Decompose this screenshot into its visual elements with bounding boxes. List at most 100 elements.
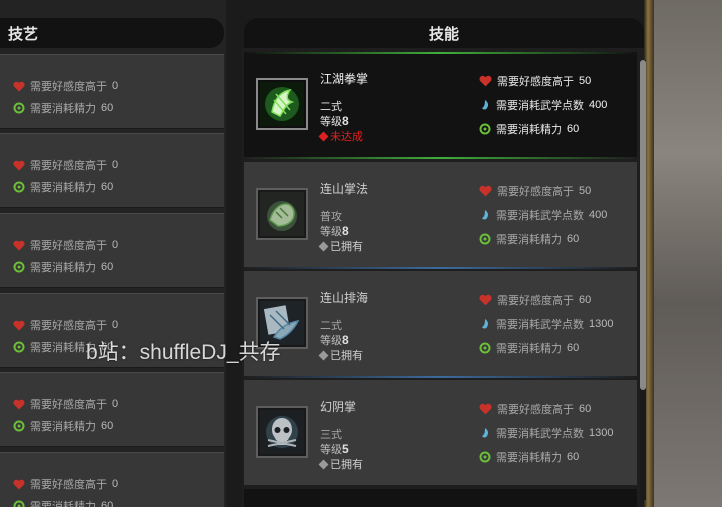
skill-status-text: 已拥有	[330, 349, 363, 362]
background-scenery	[652, 0, 722, 507]
req-favor-value: 0	[112, 319, 119, 331]
req-energy-value: 60	[101, 102, 114, 114]
req-energy-label: 需要消耗精力	[30, 102, 96, 115]
red-diamond-icon	[318, 131, 329, 141]
skill-name: 连山排海	[320, 291, 369, 305]
grey-diamond-icon	[318, 459, 329, 469]
heart-icon	[479, 403, 492, 415]
req-favor-label: 需要好感度高于	[497, 294, 574, 307]
skill-level-value: 8	[342, 114, 349, 128]
heart-icon	[13, 399, 25, 409]
req-favor-label: 需要好感度高于	[497, 185, 574, 198]
skill-level-value: 8	[342, 224, 349, 238]
req-points-value: 1300	[589, 318, 614, 330]
energy-icon	[13, 420, 25, 432]
selected-highlight-line	[244, 52, 637, 54]
card-divider	[244, 376, 637, 378]
req-energy-label: 需要消耗精力	[496, 123, 562, 136]
skill-card[interactable]: 连山掌法 普攻 等级8 已拥有 需要好感度高于 50 需要消耗武学点数 400 …	[244, 162, 637, 267]
skill-status-text: 未达成	[330, 130, 363, 143]
skill-icon-box	[256, 406, 308, 458]
skill-card-selected[interactable]: 江湖拳掌 二式 等级8 未达成 需要好感度高于 50 需要消耗武学点数 400 …	[244, 52, 637, 157]
skill-requirements: 需要好感度高于 50 需要消耗武学点数 400 需要消耗精力 60	[479, 183, 607, 255]
req-favor-value: 0	[112, 159, 119, 171]
skill-status-text: 已拥有	[330, 240, 363, 253]
green-palm-skill-icon	[260, 82, 304, 126]
req-energy-label: 需要消耗精力	[30, 261, 96, 274]
craft-item[interactable]: 需要好感度高于 0 需要消耗精力 60	[0, 213, 224, 288]
req-energy-value: 60	[101, 261, 114, 273]
req-points-value: 400	[589, 99, 608, 111]
craft-item[interactable]: 需要好感度高于 0 需要消耗精力 60	[0, 372, 224, 447]
req-favor-value: 0	[112, 80, 119, 92]
req-energy-label: 需要消耗精力	[30, 420, 96, 433]
heart-icon	[479, 185, 492, 197]
heart-icon	[479, 294, 492, 306]
skill-status: 已拥有	[318, 347, 363, 363]
energy-icon	[479, 342, 491, 354]
selected-highlight-line	[244, 157, 637, 159]
req-favor-value: 0	[112, 239, 119, 251]
skills-scrollbar[interactable]	[640, 60, 646, 500]
skill-type: 二式	[320, 100, 342, 113]
req-points-label: 需要消耗武学点数	[496, 99, 584, 112]
req-favor-label: 需要好感度高于	[30, 398, 107, 411]
skill-status: 已拥有	[318, 456, 363, 472]
martial-point-icon	[482, 319, 489, 329]
craft-item[interactable]: 需要好感度高于 0 需要消耗精力 60	[0, 54, 224, 129]
req-favor-label: 需要好感度高于	[30, 478, 107, 491]
req-points-value: 1300	[589, 427, 614, 439]
heart-icon	[13, 479, 25, 489]
palm-fist-skill-icon	[260, 192, 304, 236]
skill-type: 普攻	[320, 210, 342, 223]
req-favor-value: 0	[112, 478, 119, 490]
skill-requirements: 需要好感度高于 60 需要消耗武学点数 1300 需要消耗精力 60	[479, 401, 613, 473]
energy-icon	[13, 500, 25, 507]
skill-level-label: 等级	[320, 115, 342, 128]
req-energy-value: 60	[101, 500, 114, 507]
req-energy-value: 60	[567, 451, 580, 463]
skill-card-partial[interactable]	[244, 489, 637, 507]
skill-level: 等级8	[320, 113, 349, 129]
skills-panel-title: 技能	[244, 18, 644, 48]
skill-level-label: 等级	[320, 334, 342, 347]
energy-icon	[479, 451, 491, 463]
req-favor-label: 需要好感度高于	[30, 80, 107, 93]
req-energy-value: 60	[567, 123, 580, 135]
heart-icon	[479, 75, 492, 87]
martial-point-icon	[482, 210, 489, 220]
req-favor-label: 需要好感度高于	[30, 159, 107, 172]
heart-icon	[13, 320, 25, 330]
craft-item[interactable]: 需要好感度高于 0 需要消耗精力 60	[0, 452, 224, 507]
heart-icon	[13, 81, 25, 91]
skill-requirements: 需要好感度高于 50 需要消耗武学点数 400 需要消耗精力 60	[479, 73, 607, 145]
skill-name: 连山掌法	[320, 182, 369, 196]
skill-level-label: 等级	[320, 443, 342, 456]
skill-status: 已拥有	[318, 238, 363, 254]
req-energy-value: 60	[567, 342, 580, 354]
skill-status-text: 已拥有	[330, 458, 363, 471]
skill-level-label: 等级	[320, 225, 342, 238]
skill-icon-box	[256, 188, 308, 240]
scrollbar-thumb[interactable]	[640, 60, 646, 390]
req-energy-value: 60	[101, 181, 114, 193]
req-favor-label: 需要好感度高于	[497, 75, 574, 88]
craft-item[interactable]: 需要好感度高于 0 需要消耗精力 60	[0, 133, 224, 208]
energy-icon	[13, 181, 25, 193]
skill-icon-box	[256, 78, 308, 130]
energy-icon	[479, 123, 491, 135]
crafts-panel-title: 技艺	[0, 18, 224, 48]
skill-level-value: 5	[342, 442, 349, 456]
skill-name: 江湖拳掌	[320, 72, 369, 86]
skill-name: 幻阴掌	[320, 400, 357, 414]
req-favor-value: 60	[579, 294, 592, 306]
req-energy-label: 需要消耗精力	[496, 451, 562, 464]
req-energy-label: 需要消耗精力	[30, 500, 96, 507]
req-points-label: 需要消耗武学点数	[496, 318, 584, 331]
skill-card[interactable]: 幻阴掌 三式 等级5 已拥有 需要好感度高于 60 需要消耗武学点数 1300 …	[244, 380, 637, 485]
skill-card[interactable]: 连山排海 二式 等级8 已拥有 需要好感度高于 60 需要消耗武学点数 1300…	[244, 271, 637, 376]
skill-requirements: 需要好感度高于 60 需要消耗武学点数 1300 需要消耗精力 60	[479, 292, 613, 364]
energy-icon	[13, 261, 25, 273]
req-favor-value: 50	[579, 75, 592, 87]
req-favor-label: 需要好感度高于	[30, 239, 107, 252]
